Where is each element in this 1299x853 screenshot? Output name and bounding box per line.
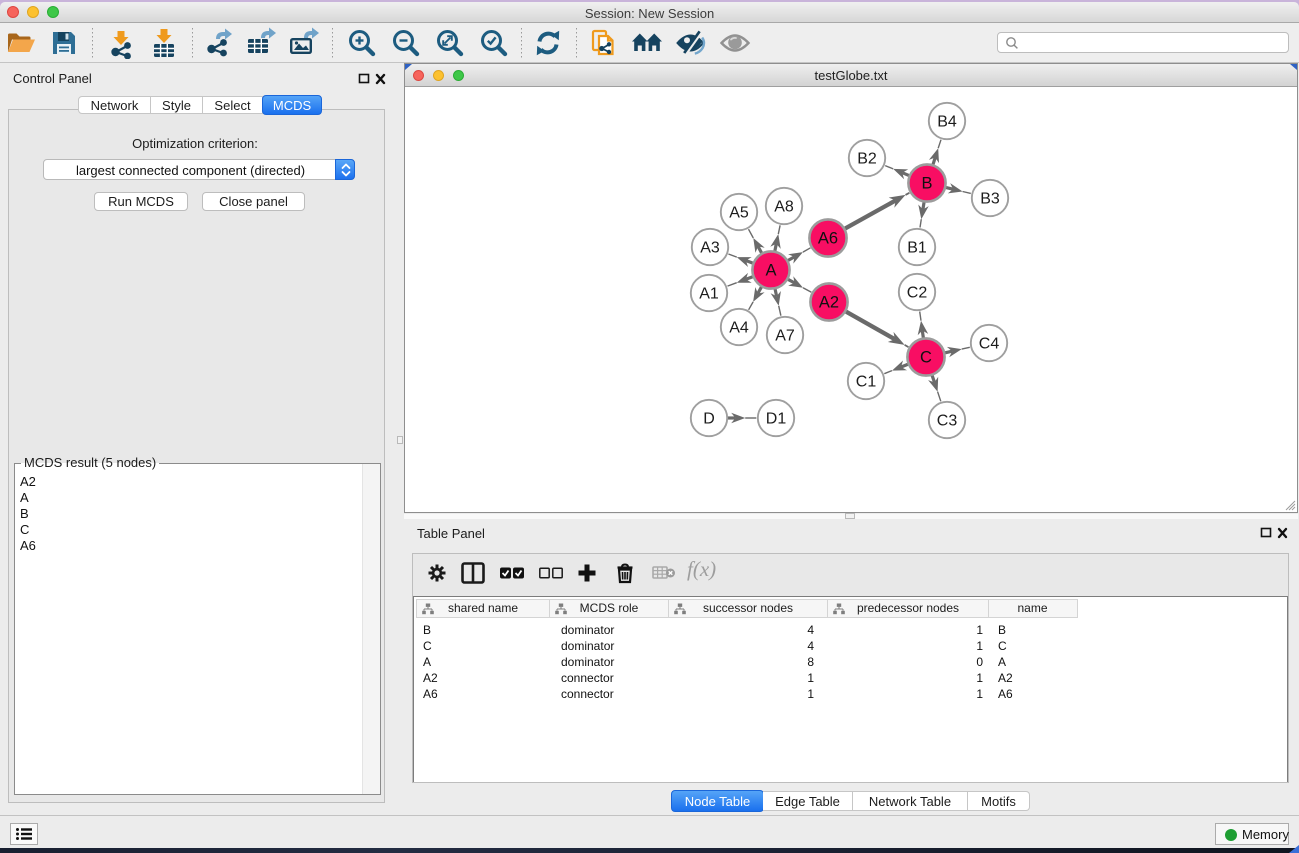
svg-text:A1: A1 xyxy=(699,286,719,303)
svg-text:C: C xyxy=(920,349,932,367)
svg-text:A8: A8 xyxy=(774,199,794,216)
svg-text:A4: A4 xyxy=(729,320,749,337)
svg-text:D1: D1 xyxy=(766,411,787,428)
svg-text:B2: B2 xyxy=(857,151,877,168)
svg-text:D: D xyxy=(703,411,715,428)
svg-text:A: A xyxy=(765,262,776,280)
svg-text:A5: A5 xyxy=(729,205,749,222)
svg-text:B: B xyxy=(921,175,932,193)
svg-text:B1: B1 xyxy=(907,240,927,257)
svg-text:A3: A3 xyxy=(700,240,720,257)
svg-text:A6: A6 xyxy=(818,230,838,248)
svg-text:C3: C3 xyxy=(937,413,958,430)
svg-text:A2: A2 xyxy=(819,294,839,312)
svg-text:B3: B3 xyxy=(980,191,1000,208)
svg-text:C2: C2 xyxy=(907,285,928,302)
svg-text:B4: B4 xyxy=(937,114,957,131)
svg-text:C4: C4 xyxy=(979,336,1000,353)
svg-text:A7: A7 xyxy=(775,328,795,345)
svg-text:C1: C1 xyxy=(856,374,877,391)
